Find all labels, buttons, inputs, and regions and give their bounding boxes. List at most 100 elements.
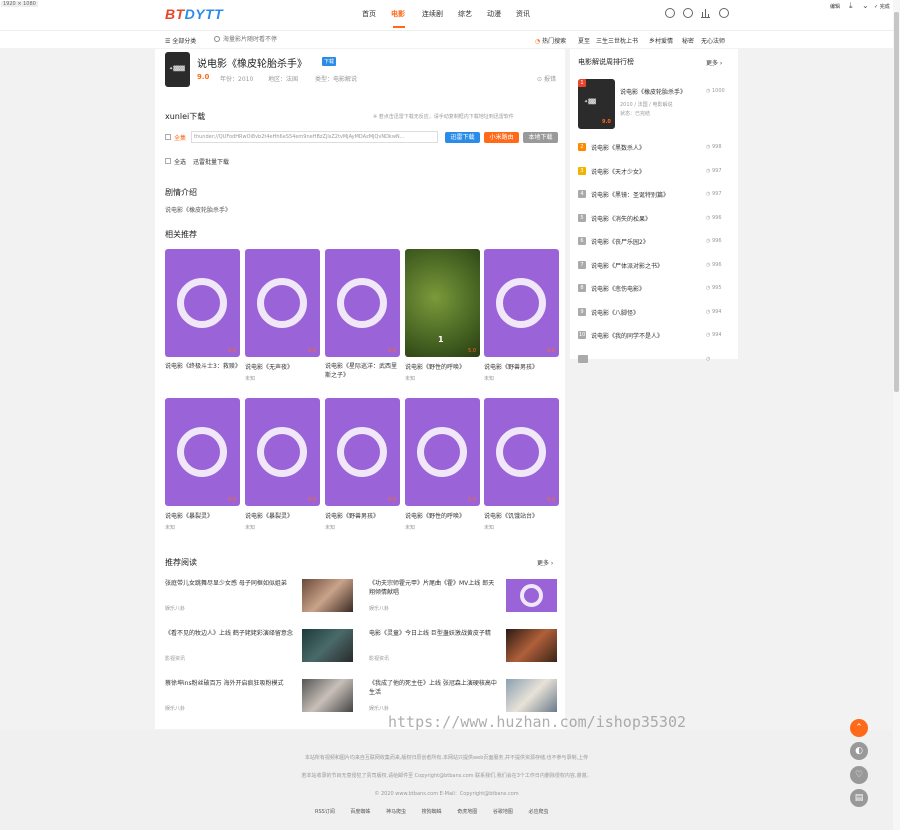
ranking-top-status: 状态：已完结 [620,111,651,117]
ranking-item[interactable]: 2 说电影《黑数杀人》 ◷ 998 [578,143,733,153]
back-to-top-button[interactable]: ⌃ [850,719,868,737]
reading-more-link[interactable]: 更多 › [537,558,553,567]
movie-card-title: 说电影《野兽男孩》 [484,364,539,371]
edit-label[interactable]: 编辑 [830,3,840,10]
xunlei-download-button[interactable]: 迅雷下载 [445,132,480,143]
ranking-item[interactable]: 6 说电影《丧尸乐园2》 ◷ 996 [578,237,733,247]
top-navbar: 1920 × 1080 BTDYTT 首页 电影 连续剧 综艺 动漫 资讯 编辑… [0,0,893,30]
ranking-item[interactable]: 5 说电影《消失的松果》 ◷ 996 [578,214,733,224]
nav-movie[interactable]: 电影 [391,9,405,19]
nav-anime[interactable]: 动漫 [487,9,501,19]
ranking-item[interactable]: 4 说电影《黑镜：圣诞特别篇》 ◷ 997 [578,190,733,200]
ranking-item[interactable]: 3 说电影《天才少女》 ◷ 997 [578,167,733,177]
movie-card[interactable]: 9.0 说电影《野兽男孩》 未知 [325,398,400,538]
rank-badge: 6 [578,237,586,245]
hot-search-label: ◔ 热门搜索 [535,38,567,45]
footer-links: RSS订阅 百度蜘蛛 神马爬虫 搜狗蜘蛛 奇虎地图 谷歌地图 必应爬虫 [315,808,548,815]
download-link-field[interactable] [191,131,438,143]
ranking-item-views: ◷ 997 [706,191,722,197]
nav-active-indicator [393,26,405,28]
ranking-top-meta: 2010 / 法国 / 电影解说 [620,102,673,108]
local-download-button[interactable]: 本地下载 [523,132,558,143]
all-categories-button[interactable]: ☰ 全部分类 [165,36,196,45]
batch-download-link[interactable]: 迅雷批量下载 [193,157,229,166]
article-item[interactable]: 电影《灵童》今日上线 巨型蛊妖激战黄皮子精 影视资讯 [369,629,559,669]
reading-heading: 推荐阅读 [165,558,197,567]
footer-link[interactable]: 搜狗蜘蛛 [422,809,442,815]
share-icon[interactable]: ⌄ [862,1,869,10]
article-tag: 影视资讯 [165,656,186,662]
ranking-top-poster: ✦▓▓ 1 9.0 [578,79,615,129]
site-logo[interactable]: BTDYTT [165,6,223,22]
xiaomi-router-button[interactable]: 小米路由 [484,132,519,143]
movie-card-poster: 9.0 [484,398,559,506]
download-icon[interactable]: ⤓ [849,1,853,11]
movie-card[interactable]: 5.0 说电影《野性的呼唤》 未知 [405,398,480,538]
ranking-item-title: 说电影《我的同学不是人》 [591,333,664,340]
feedback-button[interactable]: ▤ [850,789,868,807]
ranking-item-title: 说电影《天才少女》 [591,169,646,176]
article-item[interactable]: 《功夫宗师霍元甲》片尾曲《霍》MV上线 郎天翔倾情献唱 娱乐八卦 [369,579,559,619]
ranking-item[interactable]: 9 说电影《八脚怪》 ◷ 994 [578,308,733,318]
card-score: 9.0 [388,348,396,354]
article-thumbnail [302,679,353,712]
footer-link[interactable]: 谷歌地图 [493,809,513,815]
hot-item[interactable]: 夏至 [578,36,590,45]
ranking-item[interactable]: 8 说电影《悲伤电影》 ◷ 995 [578,284,733,294]
ranking-more-link[interactable]: 更多 › [706,58,722,67]
ranking-item-views: ◷ 995 [706,285,722,291]
hot-item[interactable]: 秘密 [682,36,694,45]
movie-card-poster: 5.0 [405,398,480,506]
chart-icon[interactable] [701,9,710,18]
footer-link[interactable]: 神马爬虫 [386,809,406,815]
episode-checkbox[interactable] [165,134,171,140]
footer-link[interactable]: 百度蜘蛛 [350,809,370,815]
search-input[interactable] [223,34,363,45]
movie-card-title: 说电影《终极斗士3：救赎》 [165,363,241,370]
ranking-top-item[interactable]: ✦▓▓ 1 9.0 说电影《橡皮轮胎杀手》 ◷ 1000 2010 / 法国 /… [578,79,733,131]
article-tag: 影视资讯 [369,656,390,662]
rank-badge: 9 [578,308,586,316]
movie-card[interactable]: 9.0 说电影《星际巡洋：武西里斯之子》 [325,249,400,389]
ranking-item[interactable]: 10 说电影《我的同学不是人》 ◷ 994 [578,331,733,341]
dark-mode-button[interactable]: ◐ [850,742,868,760]
hot-item[interactable]: 乡村爱情 [649,36,673,45]
movie-region: 地区：法国 [268,76,299,83]
movie-card[interactable]: 9.0 说电影《无声夜》 未知 [245,249,320,389]
footer-link[interactable]: RSS订阅 [315,809,335,815]
movie-card[interactable]: 9.0 说电影《饥饿站台》 未知 [484,398,559,538]
card-score: 5.0 [468,497,476,503]
movie-card[interactable]: 9.0 说电影《终极斗士3：救赎》 [165,249,241,389]
nav-news[interactable]: 资讯 [516,9,530,19]
ranking-item-views: ◷ 998 [706,144,722,150]
movie-card[interactable]: 1 5.0 说电影《野性的呼唤》 未知 [405,249,480,389]
movie-card-title: 说电影《暴裂灵》 [165,513,214,520]
nav-variety[interactable]: 综艺 [458,9,472,19]
history-icon[interactable] [665,8,675,18]
nav-series[interactable]: 连续剧 [422,9,443,19]
done-button[interactable]: ✓ 完成 [874,3,890,10]
movie-card[interactable]: 9.0 说电影《暴裂灵》 未知 [165,398,240,538]
ranking-item[interactable]: 7 说电影《尸体派对影之书》 ◷ 996 [578,261,733,271]
movie-card[interactable]: 9.0 说电影《暴裂灵》 未知 [245,398,320,538]
article-item[interactable]: 张庭带儿女跳舞尽显少女感 母子同框如似姐弟 娱乐八卦 [165,579,355,619]
select-all-checkbox[interactable] [165,158,171,164]
movie-card[interactable]: 9.0 说电影《野兽男孩》 未知 [484,249,559,389]
hot-item[interactable]: 无心法师 [701,36,725,45]
scrollbar-thumb[interactable] [894,12,899,392]
ranking-item-title: 说电影《黑数杀人》 [591,145,646,152]
report-button[interactable]: ⊙ 报错 [537,74,556,83]
message-icon[interactable] [683,8,693,18]
nav-home[interactable]: 首页 [362,9,376,19]
footer-link[interactable]: 奇虎地图 [457,809,477,815]
movie-title: 说电影《橡皮轮胎杀手》 [197,59,307,70]
card-score: 9.0 [308,348,316,354]
footer-link[interactable]: 必应爬虫 [528,809,548,815]
article-item[interactable]: 《看不见的牧边人》上线 鹤子姥姥彩演绎留意念 影视资讯 [165,629,355,669]
ranking-item[interactable]: ◷ [578,355,733,365]
search-icon[interactable] [214,36,220,42]
hot-item[interactable]: 三生三世枕上书 [596,36,638,45]
article-item[interactable]: 蔡徐坤ins粉丝破百万 海外开启疯狂吸粉模式 娱乐八卦 [165,679,355,719]
favorite-button[interactable]: ♡ [850,766,868,784]
user-icon[interactable] [719,8,729,18]
